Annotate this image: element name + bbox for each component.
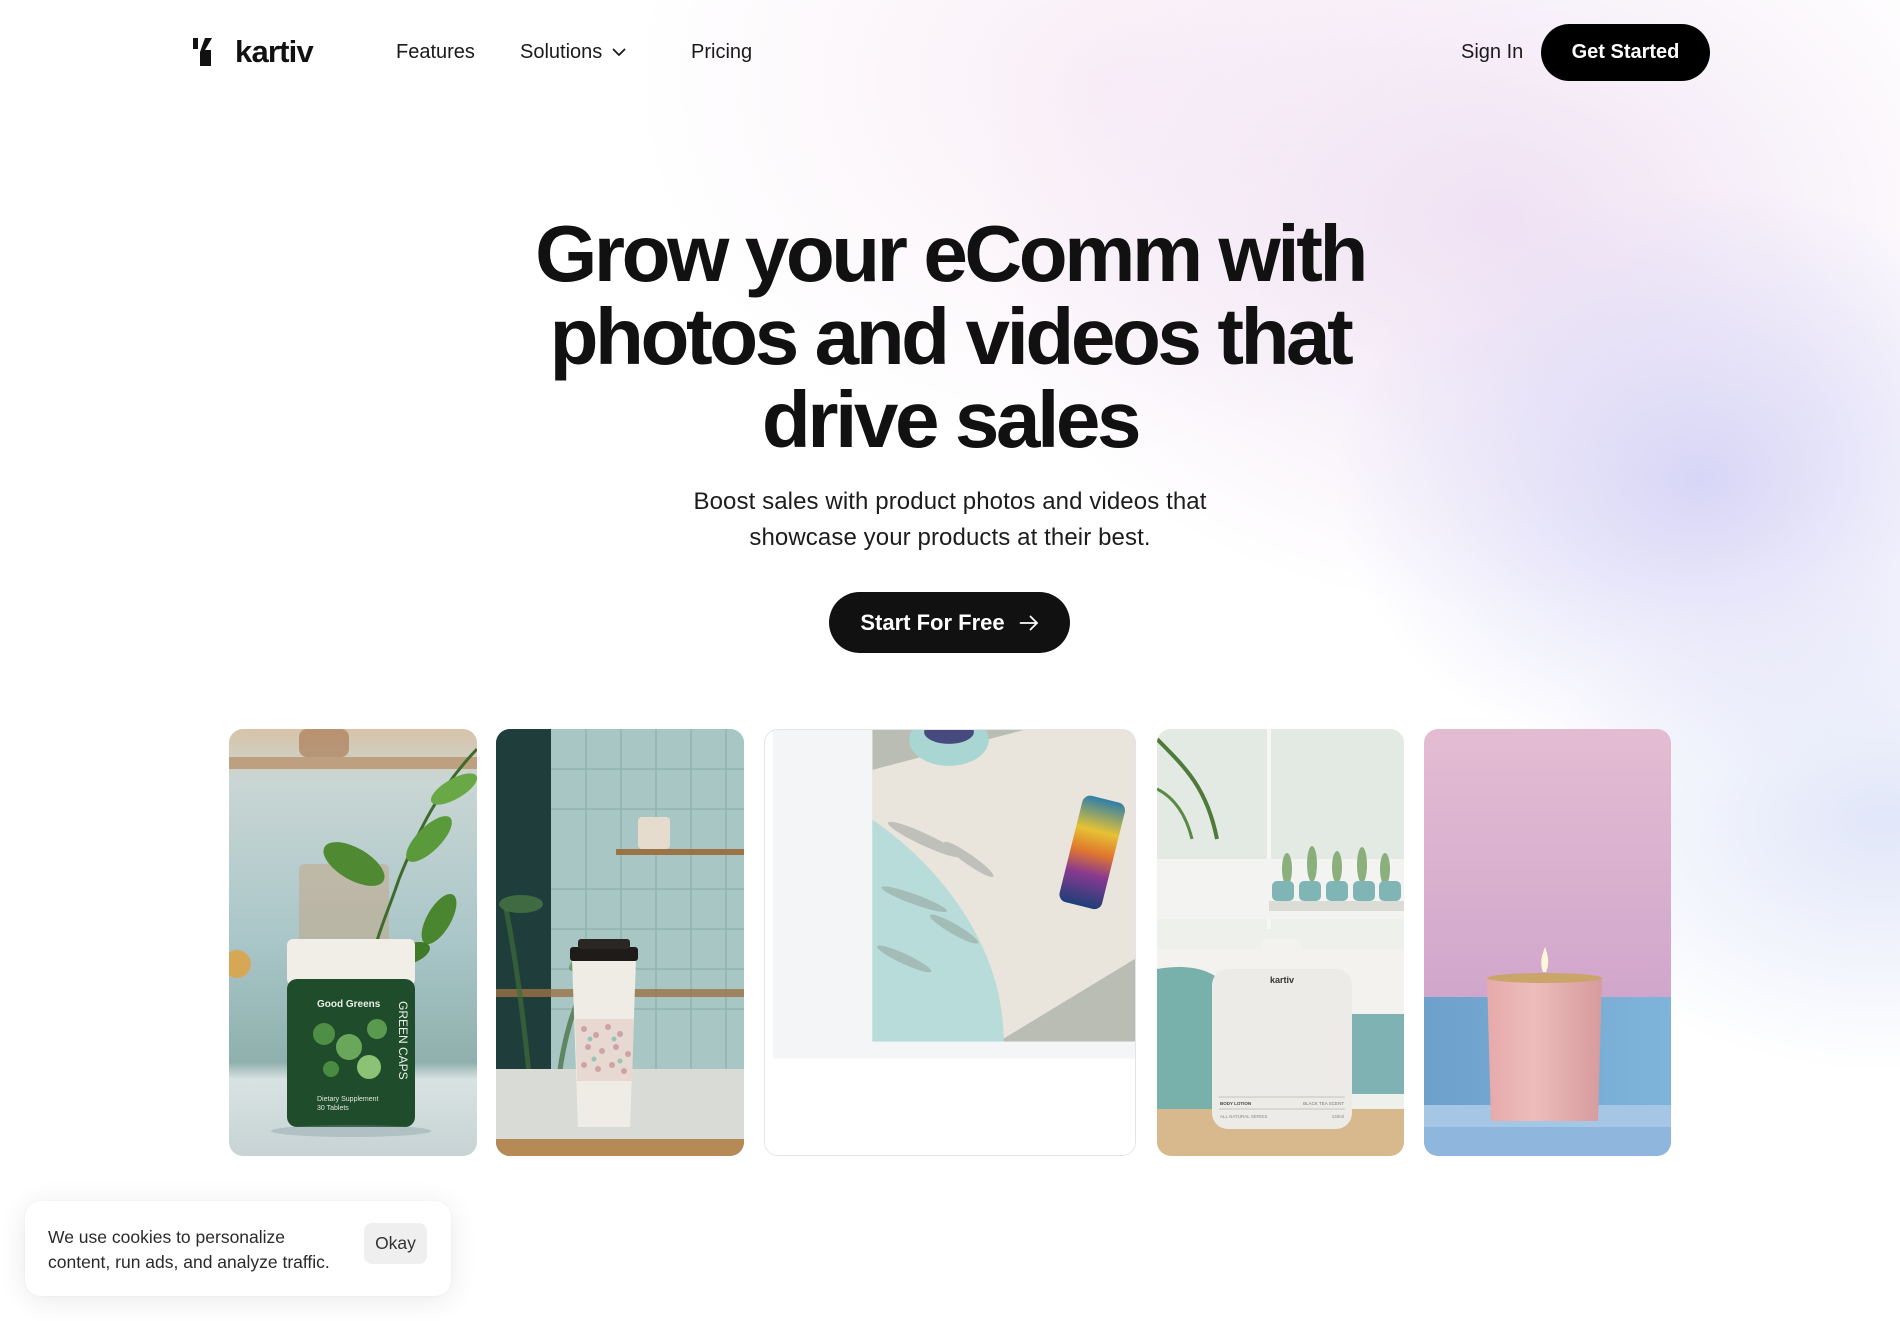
hero-subtitle-line: Boost sales with product photos and vide… bbox=[693, 488, 1207, 515]
nav-item-label: Solutions bbox=[520, 41, 603, 63]
cookie-message: We use cookies to personalize content, r… bbox=[48, 1225, 348, 1275]
cookie-okay-button[interactable]: Okay bbox=[364, 1223, 427, 1264]
nav-item-features[interactable]: Features bbox=[396, 40, 475, 64]
lotion-volume-text: 140ml bbox=[1332, 1114, 1344, 1119]
nav-item-label: Pricing bbox=[691, 41, 753, 63]
top-navigation: kartiv Features Solutions Pricing Sign I… bbox=[0, 24, 1900, 81]
brand-logo[interactable]: kartiv bbox=[193, 34, 314, 69]
chevron-down-icon bbox=[612, 48, 626, 56]
kartiv-logo-mark-icon bbox=[193, 37, 212, 66]
lotion-series-text: ALL NATURAL SERIES bbox=[1220, 1114, 1267, 1119]
gallery-card-body-lotion[interactable]: kartiv BODY LOTION BLACK TEA SCENT ALL N… bbox=[1157, 729, 1404, 1156]
lotion-brand-text: kartiv bbox=[1270, 975, 1294, 985]
hero-title-line: photos and videos that bbox=[549, 292, 1354, 381]
landing-page: kartiv Features Solutions Pricing Sign I… bbox=[0, 0, 1900, 1321]
jar-product-text: GREEN CAPS bbox=[396, 1001, 410, 1080]
hero-subtitle: Boost sales with product photos and vide… bbox=[600, 484, 1300, 556]
lotion-product-text: BODY LOTION bbox=[1220, 1101, 1251, 1106]
cookie-message-line: content, run ads, and analyze traffic. bbox=[48, 1252, 330, 1272]
candle-image bbox=[1424, 729, 1671, 1156]
hero-title: Grow your eComm with photos and videos t… bbox=[450, 212, 1450, 461]
hero-title-line: drive sales bbox=[761, 375, 1142, 464]
supplement-jar-image: Good Greens Dietary Supplement 30 Tablet… bbox=[229, 729, 477, 1156]
hero-title-line: Grow your eComm with bbox=[535, 209, 1368, 298]
gallery-card-drink-can[interactable] bbox=[764, 729, 1136, 1156]
get-started-button[interactable]: Get Started bbox=[1541, 24, 1710, 81]
nav-item-label: Features bbox=[396, 41, 475, 63]
cookie-message-line: We use cookies to personalize bbox=[48, 1227, 286, 1247]
hero-subtitle-line: showcase your products at their best. bbox=[749, 524, 1151, 551]
start-for-free-button[interactable]: Start For Free bbox=[829, 592, 1070, 653]
nav-item-solutions[interactable]: Solutions bbox=[520, 40, 626, 64]
body-lotion-image: kartiv BODY LOTION BLACK TEA SCENT ALL N… bbox=[1157, 729, 1404, 1156]
gallery-card-supplement[interactable]: Good Greens Dietary Supplement 30 Tablet… bbox=[229, 729, 477, 1156]
coffee-cup-image bbox=[496, 729, 744, 1156]
sign-in-link[interactable]: Sign In bbox=[1461, 40, 1523, 64]
gallery-card-candle[interactable] bbox=[1424, 729, 1671, 1156]
brand-name: kartiv bbox=[235, 34, 314, 69]
jar-line2-text: 30 Tablets bbox=[317, 1105, 349, 1112]
nav-item-pricing[interactable]: Pricing bbox=[691, 40, 752, 64]
jar-line1-text: Dietary Supplement bbox=[317, 1096, 379, 1103]
drink-can-image bbox=[765, 730, 1135, 1155]
lotion-scent-text: BLACK TEA SCENT bbox=[1303, 1101, 1344, 1106]
arrow-right-icon bbox=[1019, 615, 1038, 630]
gallery-card-coffee-cup[interactable] bbox=[496, 729, 744, 1156]
cookie-banner: We use cookies to personalize content, r… bbox=[25, 1201, 451, 1296]
cta-label: Start For Free bbox=[860, 609, 1005, 635]
jar-brand-text: Good Greens bbox=[317, 999, 381, 1010]
